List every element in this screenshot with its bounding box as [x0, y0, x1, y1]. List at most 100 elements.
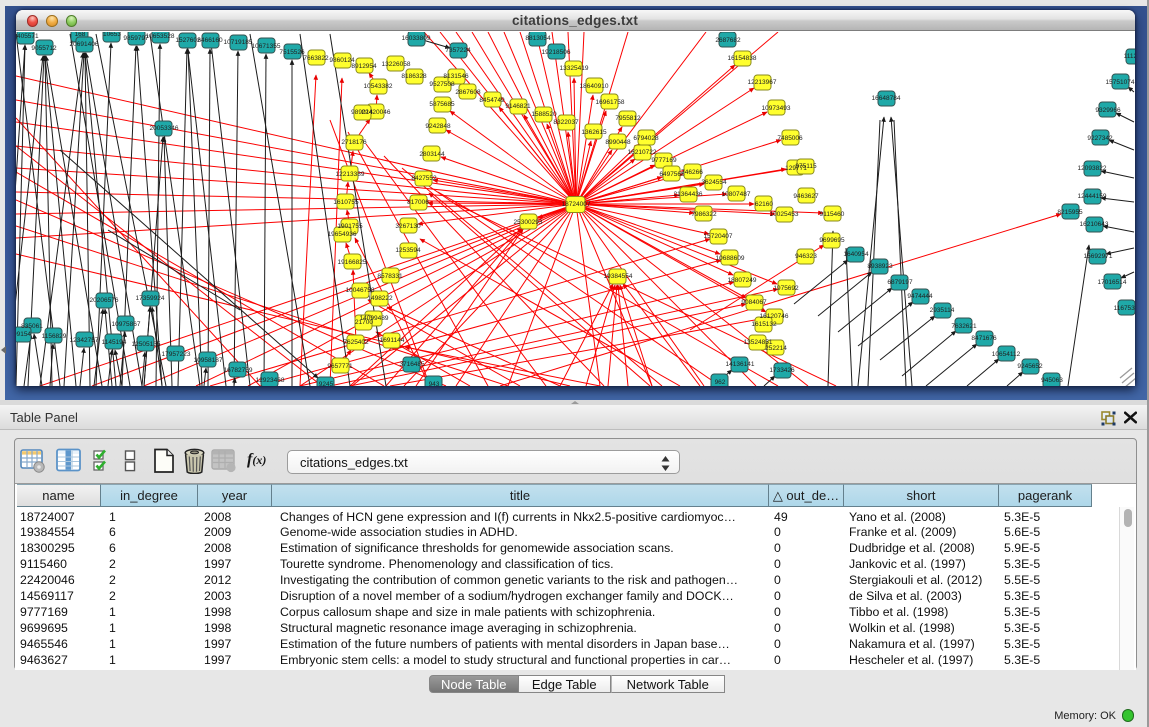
svg-text:25300293: 25300293 — [513, 219, 542, 226]
svg-text:9242848: 9242848 — [425, 123, 451, 130]
svg-text:15720407: 15720407 — [703, 233, 732, 240]
svg-text:945063: 945063 — [1041, 377, 1063, 384]
svg-text:7625402: 7625402 — [343, 339, 369, 346]
svg-text:7986322: 7986322 — [691, 211, 717, 218]
svg-text:943: 943 — [428, 381, 439, 386]
svg-text:1405571: 1405571 — [16, 33, 39, 40]
svg-text:16120746: 16120746 — [759, 313, 788, 320]
svg-text:975115: 975115 — [795, 163, 817, 170]
svg-text:12444159: 12444159 — [1077, 193, 1106, 200]
svg-text:1145194: 1145194 — [101, 339, 126, 346]
svg-text:8813054: 8813054 — [525, 35, 551, 42]
svg-text:10688609: 10688609 — [715, 255, 744, 262]
svg-text:10653: 10653 — [102, 32, 120, 38]
svg-text:10654112: 10654112 — [991, 351, 1020, 358]
svg-text:1975692: 1975692 — [773, 285, 799, 292]
svg-text:18640910: 18640910 — [579, 83, 608, 90]
svg-text:10973493: 10973493 — [761, 105, 790, 112]
svg-text:7663822: 7663822 — [303, 55, 329, 62]
svg-text:3716485: 3716485 — [399, 361, 425, 368]
svg-text:3267130: 3267130 — [395, 223, 421, 230]
svg-text:168: 168 — [74, 32, 85, 38]
svg-text:12505135: 12505135 — [131, 341, 160, 348]
svg-text:10975867: 10975867 — [111, 321, 140, 328]
svg-text:9115460: 9115460 — [819, 211, 844, 218]
svg-text:19384554: 19384554 — [603, 273, 632, 280]
svg-text:10671355: 10671355 — [251, 43, 280, 50]
svg-text:16961758: 16961758 — [595, 99, 624, 106]
svg-text:746266: 746266 — [681, 169, 703, 176]
svg-text:8322037: 8322037 — [553, 119, 579, 126]
svg-text:7632621: 7632621 — [951, 323, 977, 330]
svg-text:1691144: 1691144 — [379, 337, 404, 344]
svg-text:16210722: 16210722 — [627, 149, 656, 156]
svg-text:19654936: 19654936 — [327, 231, 356, 238]
svg-text:1733426: 1733426 — [769, 367, 795, 374]
svg-text:13226058: 13226058 — [381, 61, 410, 68]
svg-text:16154838: 16154838 — [727, 55, 756, 62]
svg-text:17016514: 17016514 — [1097, 279, 1126, 286]
svg-text:2803144: 2803144 — [419, 151, 445, 158]
svg-text:9055712: 9055712 — [31, 45, 57, 52]
svg-text:10543382: 10543382 — [363, 83, 392, 90]
svg-text:946323: 946323 — [795, 253, 817, 260]
svg-text:12923468: 12923468 — [255, 377, 284, 384]
svg-text:12213967: 12213967 — [747, 79, 776, 86]
svg-text:8131546: 8131546 — [443, 73, 469, 80]
svg-text:8578331: 8578331 — [377, 273, 403, 280]
svg-text:14136141: 14136141 — [725, 361, 754, 368]
svg-text:2718176: 2718176 — [341, 139, 367, 146]
svg-text:2867608: 2867608 — [455, 89, 481, 96]
svg-text:16033809: 16033809 — [401, 35, 430, 42]
svg-text:111276: 111276 — [1123, 53, 1134, 60]
svg-text:9084067: 9084067 — [741, 299, 767, 306]
svg-text:9657771: 9657771 — [327, 363, 353, 370]
svg-text:20206576: 20206576 — [89, 297, 118, 304]
svg-text:9146821: 9146821 — [505, 103, 531, 110]
svg-text:8990448: 8990448 — [605, 139, 631, 146]
svg-text:17957223: 17957223 — [161, 351, 190, 358]
svg-text:16648784: 16648784 — [871, 95, 900, 102]
svg-text:9463627: 9463627 — [793, 193, 819, 200]
svg-text:989014: 989014 — [351, 109, 373, 116]
svg-text:9699695: 9699695 — [819, 237, 845, 244]
svg-text:10719185: 10719185 — [223, 39, 252, 46]
svg-text:10653528: 10653528 — [145, 33, 174, 40]
svg-text:9474444: 9474444 — [907, 293, 933, 300]
svg-text:16782759: 16782759 — [223, 367, 252, 374]
svg-text:18724007: 18724007 — [561, 201, 590, 208]
svg-text:3624554: 3624554 — [701, 179, 727, 186]
svg-text:18807249: 18807249 — [727, 277, 756, 284]
svg-text:12093822: 12093822 — [1077, 165, 1106, 172]
svg-text:20691406: 20691406 — [69, 41, 98, 48]
svg-text:9329966: 9329966 — [1095, 107, 1121, 114]
svg-text:7357224: 7357224 — [445, 47, 471, 54]
svg-text:7955812: 7955812 — [615, 115, 641, 122]
svg-text:8912954: 8912954 — [351, 63, 377, 70]
svg-text:8215955: 8215955 — [1057, 209, 1083, 216]
svg-text:9245652: 9245652 — [1017, 363, 1043, 370]
svg-text:9227342: 9227342 — [1087, 135, 1113, 142]
svg-text:12213389: 12213389 — [335, 171, 364, 178]
svg-text:5875685: 5875685 — [429, 101, 455, 108]
svg-text:15751074: 15751074 — [1105, 79, 1134, 86]
svg-text:2687682: 2687682 — [715, 37, 741, 44]
svg-text:62160: 62160 — [754, 201, 772, 208]
svg-text:99154: 99154 — [16, 331, 31, 338]
svg-text:10046758: 10046758 — [345, 287, 374, 294]
svg-text:7515526: 7515526 — [279, 49, 305, 56]
svg-text:252214: 252214 — [765, 345, 787, 352]
svg-text:12342757: 12342757 — [69, 337, 98, 344]
svg-text:10958187: 10958187 — [193, 357, 222, 364]
svg-text:8471676: 8471676 — [971, 335, 997, 342]
svg-text:1167533: 1167533 — [1113, 305, 1134, 312]
svg-text:7485006: 7485006 — [777, 135, 803, 142]
svg-text:15692971: 15692971 — [1083, 253, 1112, 260]
svg-text:8186328: 8186328 — [401, 73, 427, 80]
svg-text:1640954: 1640954 — [843, 251, 869, 258]
svg-text:16210643: 16210643 — [1079, 221, 1108, 228]
svg-text:8454749: 8454749 — [479, 97, 505, 104]
svg-text:21700: 21700 — [354, 319, 372, 326]
svg-text:8938923: 8938923 — [867, 263, 893, 270]
svg-text:6879197: 6879197 — [887, 279, 913, 286]
